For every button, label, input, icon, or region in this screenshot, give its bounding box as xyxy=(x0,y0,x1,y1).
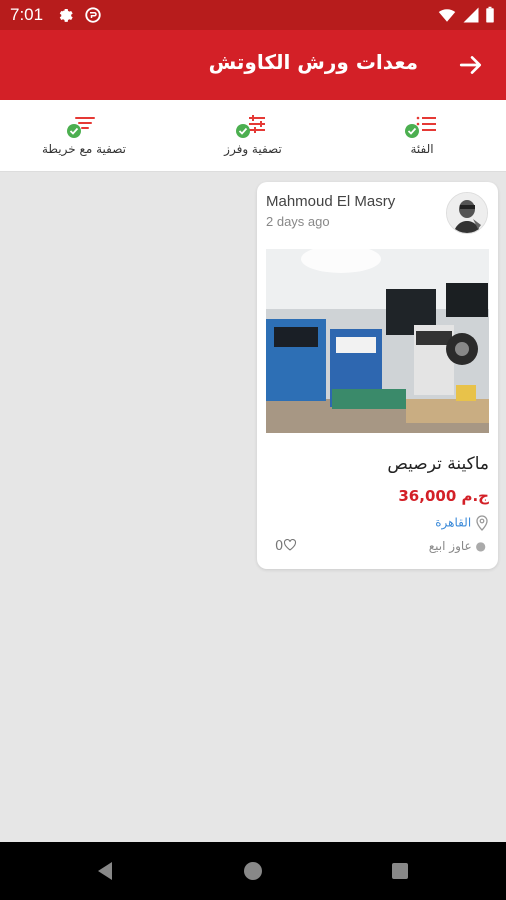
post-time: 2 days ago xyxy=(266,214,330,229)
product-photo[interactable] xyxy=(266,249,489,433)
sort-filter-icon xyxy=(67,117,95,138)
bullet-icon: ● xyxy=(475,539,486,553)
product-title: ماكينة ترصيص xyxy=(387,454,489,474)
listing-card[interactable]: Mahmoud El Masry 2 days ago ماكينة ترصيص… xyxy=(257,182,498,569)
page-title: معدات ورش الكاوتش xyxy=(208,50,418,74)
system-nav-bar xyxy=(0,842,506,900)
likes-count: 0 xyxy=(275,539,284,554)
condition: ● عاوز ابيع xyxy=(429,539,486,553)
status-bar: 7:01 xyxy=(0,0,506,30)
heart-icon xyxy=(284,538,297,551)
category-button[interactable]: الفئة xyxy=(338,100,506,172)
location-text: القاهرة xyxy=(435,515,472,530)
battery-icon xyxy=(486,6,494,23)
data-saver-icon xyxy=(85,7,101,23)
filter-map-button[interactable]: تصفية مع خريطة xyxy=(0,100,168,172)
settings-icon xyxy=(59,9,73,22)
signal-icon xyxy=(463,7,479,23)
seller-name[interactable]: Mahmoud El Masry xyxy=(266,193,395,210)
likes[interactable]: 0 xyxy=(275,538,297,554)
back-icon[interactable] xyxy=(94,859,118,883)
filter-bar: تصفية مع خريطة تصفية وفرز الفئة xyxy=(0,100,506,172)
category-list-icon xyxy=(405,116,436,138)
back-arrow-icon[interactable] xyxy=(458,52,484,78)
wifi-icon xyxy=(438,9,456,22)
app-bar: معدات ورش الكاوتش xyxy=(0,30,506,100)
filter-map-label: تصفية مع خريطة xyxy=(42,142,126,156)
location: القاهرة xyxy=(435,515,489,531)
sliders-icon xyxy=(236,115,265,138)
home-icon[interactable] xyxy=(241,859,265,883)
filter-sort-button[interactable]: تصفية وفرز xyxy=(169,100,337,172)
location-pin-icon xyxy=(476,515,488,531)
status-time: 7:01 xyxy=(10,5,44,24)
seller-avatar-image xyxy=(447,193,487,233)
price: ج.م 36,000 xyxy=(398,487,489,505)
recents-icon[interactable] xyxy=(388,859,412,883)
filter-sort-label: تصفية وفرز xyxy=(224,142,282,156)
wheel-balancer-image xyxy=(266,249,489,433)
category-label: الفئة xyxy=(410,142,434,156)
avatar[interactable] xyxy=(446,192,488,234)
condition-text: عاوز ابيع xyxy=(428,539,472,553)
